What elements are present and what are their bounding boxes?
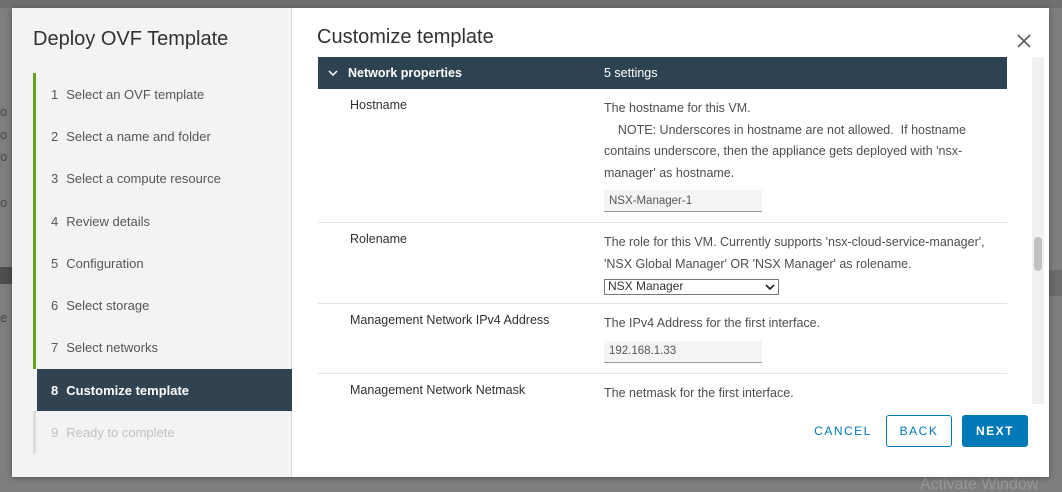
step-label: Select a compute resource <box>66 171 221 187</box>
property-row-mgmt-ipv4-address: Management Network IPv4 Address The IPv4… <box>318 304 1007 374</box>
property-row-rolename: Rolename The role for this VM. Currently… <box>318 223 1007 304</box>
property-row-hostname: Hostname The hostname for this VM. NOTE:… <box>318 89 1007 223</box>
step-number: 1 <box>51 86 59 102</box>
property-name: Management Network IPv4 Address <box>350 313 550 327</box>
group-settings-count: 5 settings <box>604 66 658 80</box>
activate-windows-watermark: Activate Window <box>920 476 1039 492</box>
chevron-down-icon <box>765 283 775 290</box>
property-name: Hostname <box>350 98 407 112</box>
background-text-fragment: o <box>0 196 8 210</box>
step-number: 3 <box>51 171 59 187</box>
ipv4-address-input[interactable] <box>604 340 762 363</box>
step-number: 4 <box>51 213 59 229</box>
property-name: Management Network Netmask <box>350 382 526 397</box>
rolename-selected-value: NSX Manager <box>608 279 684 294</box>
step-label: Configuration <box>66 255 144 271</box>
background-text-fragment: e <box>0 311 8 325</box>
background-right-block <box>1048 270 1062 296</box>
wizard-step-select-compute-resource[interactable]: 3 Select a compute resource <box>33 157 292 200</box>
description-line: The role for this VM. Currently supports… <box>604 235 985 249</box>
wizard-steps: 1 Select an OVF template 2 Select a name… <box>33 73 292 454</box>
property-name: Rolename <box>350 232 407 246</box>
property-row-mgmt-netmask: Management Network Netmask The netmask f… <box>318 374 1007 405</box>
background-dark-block <box>0 267 12 284</box>
property-description: The hostname for this VM. NOTE: Undersco… <box>604 89 1007 222</box>
close-icon <box>1017 34 1031 48</box>
step-number: 6 <box>51 298 59 314</box>
deploy-ovf-dialog: Deploy OVF Template 1 Select an OVF temp… <box>12 8 1049 477</box>
chevron-down-icon[interactable] <box>318 69 348 77</box>
wizard-step-select-name-folder[interactable]: 2 Select a name and folder <box>33 115 292 158</box>
wizard-step-select-storage[interactable]: 6 Select storage <box>33 284 292 327</box>
wizard-step-select-networks[interactable]: 7 Select networks <box>33 326 292 370</box>
step-label: Select a name and folder <box>66 128 211 144</box>
property-description: The netmask for the first interface. <box>604 374 1007 405</box>
description-line: manager' as hostname. <box>604 165 735 180</box>
description-line: NOTE: Underscores in hostname are not al… <box>604 122 966 137</box>
step-label: Select networks <box>66 340 158 356</box>
step-number: 8 <box>51 382 59 398</box>
properties-scrollbar[interactable] <box>1032 57 1044 404</box>
scrollbar-thumb[interactable] <box>1034 237 1042 271</box>
step-label: Ready to complete <box>66 425 175 441</box>
wizard-step-select-ovf-template[interactable]: 1 Select an OVF template <box>33 73 292 116</box>
wizard-content: Customize template Network properties 5 … <box>292 8 1049 477</box>
background-text-fragment: o <box>0 150 8 164</box>
cancel-button[interactable]: CANCEL <box>807 415 879 447</box>
wizard-title: Deploy OVF Template <box>33 28 229 50</box>
next-button[interactable]: NEXT <box>962 415 1028 447</box>
background-text-fragment: o <box>0 105 8 119</box>
description-line: The IPv4 Address for the first interface… <box>604 316 821 330</box>
group-name: Network properties <box>348 66 462 80</box>
description-line: contains underscore, then the appliance … <box>604 144 963 158</box>
close-button[interactable] <box>1013 30 1035 52</box>
property-description: The role for this VM. Currently supports… <box>604 223 1007 303</box>
wizard-step-configuration[interactable]: 5 Configuration <box>33 242 292 285</box>
properties-list: Network properties 5 settings Hostname T… <box>318 57 1007 404</box>
step-number: 5 <box>51 255 59 271</box>
description-line: The netmask for the first interface. <box>604 385 794 400</box>
page-title: Customize template <box>317 26 494 48</box>
hostname-input[interactable] <box>604 190 762 212</box>
step-label: Customize template <box>66 382 190 398</box>
rolename-select[interactable]: NSX Manager <box>604 279 779 295</box>
wizard-sidebar: Deploy OVF Template 1 Select an OVF temp… <box>12 8 292 477</box>
step-number: 7 <box>51 340 59 356</box>
dialog-footer: CANCEL BACK NEXT <box>292 407 1049 477</box>
back-button[interactable]: BACK <box>886 415 952 447</box>
step-number: 2 <box>51 128 59 144</box>
step-number: 9 <box>51 425 59 441</box>
wizard-step-review-details[interactable]: 4 Review details <box>33 199 292 243</box>
network-properties-group-header[interactable]: Network properties 5 settings <box>318 57 1007 89</box>
property-description: The IPv4 Address for the first interface… <box>604 304 1007 373</box>
step-label: Select storage <box>66 298 150 314</box>
background-text-fragment: o <box>0 128 8 142</box>
step-label: Review details <box>66 213 151 229</box>
step-label: Select an OVF template <box>66 86 205 102</box>
description-line: The hostname for this VM. <box>604 101 751 115</box>
wizard-step-ready-to-complete: 9 Ready to complete <box>33 411 292 454</box>
description-line: 'NSX Global Manager' OR 'NSX Manager' as… <box>604 256 912 271</box>
background-topbar <box>0 0 1062 8</box>
wizard-step-customize-template[interactable]: 8 Customize template <box>37 369 292 412</box>
